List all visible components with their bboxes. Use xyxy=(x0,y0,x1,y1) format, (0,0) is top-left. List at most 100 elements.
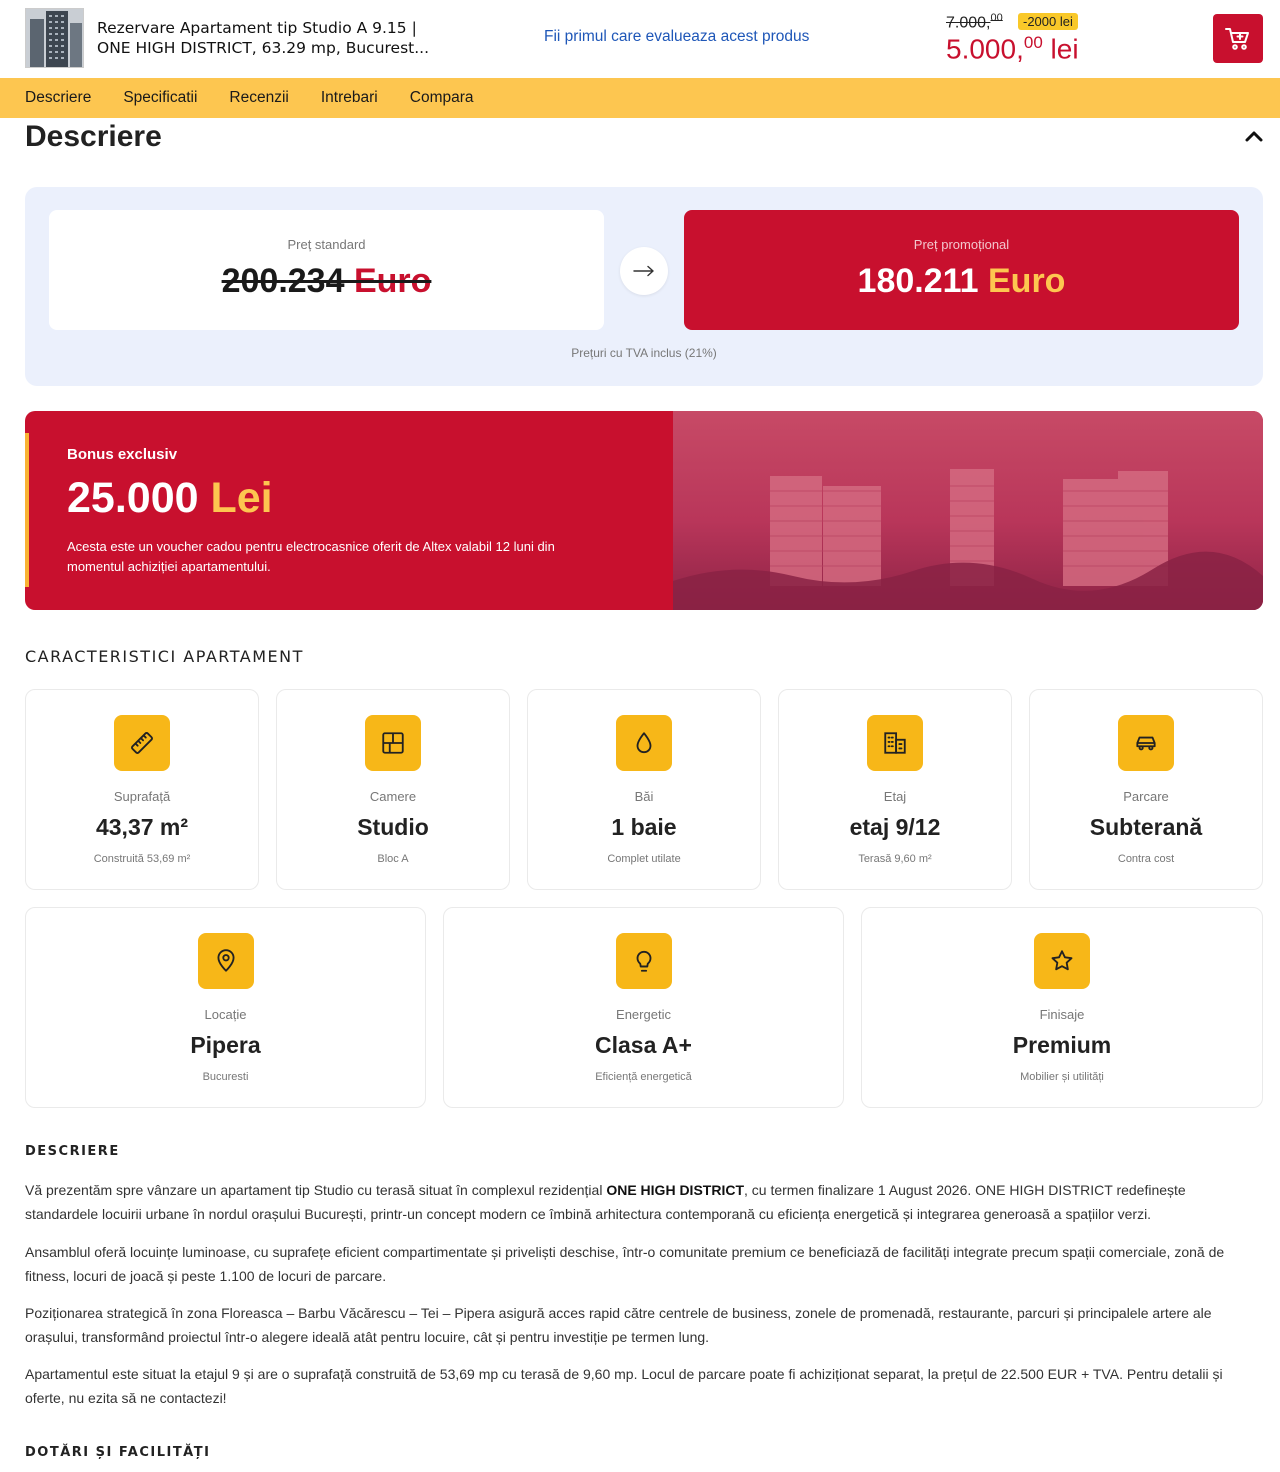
feature-sub: Bucuresti xyxy=(202,1071,249,1083)
description-heading: DESCRIERE xyxy=(25,1144,120,1159)
cart-plus-icon xyxy=(1225,27,1249,50)
project-name: ONE HIGH DISTRICT xyxy=(606,1182,744,1198)
feature-icon-box xyxy=(365,715,421,771)
bonus-image xyxy=(673,411,1263,610)
feature-card-surface: Suprafață 43,37 m² Construită 53,69 m² xyxy=(25,689,259,890)
bonus-currency: Lei xyxy=(198,474,273,522)
description-paragraph-1: Vă prezentăm spre vânzare un apartament … xyxy=(25,1178,1245,1226)
new-price-currency: lei xyxy=(1042,33,1079,65)
collapse-button[interactable] xyxy=(1244,128,1264,144)
arrow-right-icon xyxy=(633,265,654,277)
feature-card-finishes: Finisaje Premium Mobilier și utilități xyxy=(861,907,1263,1108)
layout-icon xyxy=(382,732,404,754)
bonus-banner: Bonus exclusiv 25.000 Lei Acesta este un… xyxy=(25,411,1263,610)
feature-label: Parcare xyxy=(1123,789,1169,804)
feature-value: Clasa A+ xyxy=(595,1032,692,1058)
standard-price-label: Preț standard xyxy=(287,237,366,252)
bonus-description: Acesta este un voucher cadou pentru elec… xyxy=(67,539,555,574)
feature-card-bathrooms: Băi 1 baie Complet utilate xyxy=(527,689,761,890)
feature-sub: Contra cost xyxy=(1117,853,1175,865)
feature-card-parking: Parcare Subterană Contra cost xyxy=(1029,689,1263,890)
feature-label: Camere xyxy=(369,789,417,804)
section-title: Descriere xyxy=(25,120,162,153)
feature-value: Subterană xyxy=(1089,814,1203,840)
drop-icon xyxy=(636,732,652,754)
add-to-cart-button[interactable] xyxy=(1213,14,1263,63)
feature-value: Studio xyxy=(357,814,429,840)
standard-price-value: 200.234 Euro xyxy=(49,262,604,301)
bonus-amount: 25.000 xyxy=(67,474,199,522)
feature-icon-box xyxy=(616,715,672,771)
feature-card-energy: Energetic Clasa A+ Eficiență energetică xyxy=(443,907,844,1108)
product-sticky-header: Rezervare Apartament tip Studio A 9.15 |… xyxy=(0,0,1280,78)
tab-compara[interactable]: Compara xyxy=(410,89,474,107)
product-tabs: Descriere Specificatii Recenzii Intrebar… xyxy=(0,78,1280,118)
tab-intrebari[interactable]: Intrebari xyxy=(321,89,378,107)
promo-price-amount: 180.211 xyxy=(857,262,979,300)
discount-badge: -2000 lei xyxy=(1018,13,1078,30)
tab-descriere[interactable]: Descriere xyxy=(25,89,91,107)
first-review-link[interactable]: Fii primul care evalueaza acest produs xyxy=(544,28,809,46)
feature-sub: Construită 53,69 m² xyxy=(93,853,191,865)
feature-icon-box xyxy=(114,715,170,771)
star-icon xyxy=(1051,950,1073,971)
feature-sub: Eficiență energetică xyxy=(595,1071,692,1083)
building-icon xyxy=(884,732,906,754)
feature-sub: Bloc A xyxy=(377,853,409,865)
feature-sub: Terasă 9,60 m² xyxy=(858,853,932,865)
feature-sub: Complet utilate xyxy=(607,853,681,865)
old-price: 7.000,00 xyxy=(946,12,1003,32)
product-thumbnail[interactable] xyxy=(25,8,84,68)
feature-card-location: Locație Pipera Bucuresti xyxy=(25,907,426,1108)
feature-icon-box xyxy=(1118,715,1174,771)
old-price-decimals: 00 xyxy=(990,12,1003,24)
tab-specificatii[interactable]: Specificatii xyxy=(123,89,197,107)
promo-price-currency: Euro xyxy=(978,262,1066,300)
standard-price-currency: Euro xyxy=(344,262,432,300)
map-pin-icon xyxy=(216,949,235,972)
old-price-integer: 7.000, xyxy=(946,14,991,32)
standard-price-amount: 200.234 xyxy=(221,262,345,300)
feature-icon-box xyxy=(197,933,254,989)
building-photo-icon xyxy=(26,9,83,67)
ruler-icon xyxy=(131,732,153,754)
bonus-accent-bar xyxy=(25,433,29,587)
arrow-divider xyxy=(620,247,668,295)
feature-icon-box xyxy=(615,933,672,989)
feature-value: 43,37 m² xyxy=(95,814,189,840)
chevron-up-icon xyxy=(1245,131,1263,142)
feature-icon-box xyxy=(867,715,923,771)
facilities-heading: DOTĂRI ȘI FACILITĂȚI xyxy=(25,1445,211,1460)
features-heading: CARACTERISTICI APARTAMENT xyxy=(25,647,304,666)
price-comparison: Preț standard 200.234 Euro Preț promoțio… xyxy=(25,187,1263,386)
tab-recenzii[interactable]: Recenzii xyxy=(229,89,288,107)
feature-icon-box xyxy=(1034,933,1090,989)
feature-label: Suprafață xyxy=(113,789,171,804)
description-paragraph-4: Apartamentul este situat la etajul 9 și … xyxy=(25,1366,1223,1406)
promo-price-value: 180.211 Euro xyxy=(684,262,1239,301)
feature-card-rooms: Camere Studio Bloc A xyxy=(276,689,510,890)
feature-label: Finisaje xyxy=(1039,1007,1085,1022)
promo-price-label: Preț promoțional xyxy=(913,237,1010,252)
new-price-decimals: 00 xyxy=(1023,33,1043,52)
car-icon xyxy=(1136,736,1156,751)
product-title: Rezervare Apartament tip Studio A 9.15 |… xyxy=(97,18,437,58)
new-price-integer: 5.000, xyxy=(946,33,1024,65)
feature-label: Energetic xyxy=(616,1007,671,1022)
description-paragraph-2: Ansamblul oferă locuințe luminoase, cu s… xyxy=(25,1244,1225,1284)
feature-sub: Mobilier și utilități xyxy=(1020,1071,1104,1083)
feature-value: Premium xyxy=(1012,1032,1112,1058)
towers-photo-icon xyxy=(673,469,1263,610)
lightbulb-icon xyxy=(636,950,651,972)
vat-note: Prețuri cu TVA inclus (21%) xyxy=(571,346,717,360)
product-title-line1: Rezervare Apartament tip Studio A 9.15 | xyxy=(97,19,417,37)
product-title-line2: ONE HIGH DISTRICT, 63.29 mp, Bucurest... xyxy=(97,39,430,57)
feature-card-floor: Etaj etaj 9/12 Terasă 9,60 m² xyxy=(778,689,1012,890)
feature-value: 1 baie xyxy=(611,814,677,840)
bonus-label: Bonus exclusiv xyxy=(67,446,178,463)
feature-value: Pipera xyxy=(190,1032,261,1058)
standard-price-card: Preț standard 200.234 Euro xyxy=(49,210,604,330)
bonus-value: 25.000 Lei xyxy=(67,474,273,523)
feature-label: Băi xyxy=(634,789,654,804)
feature-label: Locație xyxy=(204,1007,247,1022)
